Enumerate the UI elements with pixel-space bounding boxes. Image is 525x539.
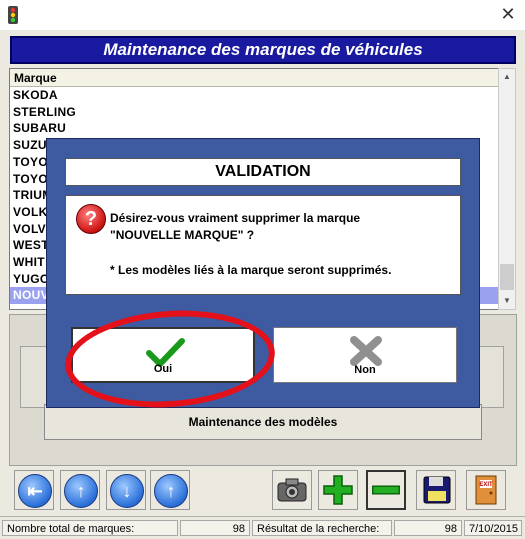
no-label: Non [354, 364, 376, 376]
list-item[interactable]: STERLING [10, 104, 499, 121]
last-record-button[interactable]: ↑ [150, 470, 190, 510]
dialog-message-line2: "NOUVELLE MARQUE" ? [110, 228, 255, 242]
scroll-thumb[interactable] [500, 264, 514, 290]
first-record-icon: ⇤ [18, 474, 52, 508]
title-bar: ✕ [0, 0, 525, 31]
search-result-value: 98 [394, 520, 462, 536]
previous-record-icon: ↑ [64, 474, 98, 508]
dialog-message-box: ? Désirez-vous vraiment supprimer la mar… [65, 195, 461, 295]
total-brands-label: Nombre total de marques: [2, 520, 178, 536]
traffic-light-icon [8, 6, 18, 24]
models-maintenance-button[interactable]: Maintenance des modèles [44, 404, 482, 440]
question-icon: ? [76, 204, 106, 234]
next-record-icon: ↓ [110, 474, 144, 508]
status-bar: Nombre total de marques: 98 Résultat de … [0, 516, 525, 539]
list-item[interactable]: SUBARU [10, 120, 499, 137]
scroll-down-arrow[interactable]: ▼ [499, 293, 515, 309]
save-button[interactable] [416, 470, 456, 510]
add-button[interactable] [318, 470, 358, 510]
previous-record-button[interactable]: ↑ [60, 470, 100, 510]
status-date: 7/10/2015 [464, 520, 522, 536]
close-window-button[interactable]: ✕ [496, 3, 520, 25]
dialog-title: VALIDATION [65, 158, 461, 186]
x-mark-icon [350, 336, 382, 366]
dialog-warning-note: * Les modèles liés à la marque seront su… [110, 263, 392, 277]
exit-sign-text: EXIT [479, 482, 493, 488]
last-record-icon: ↑ [154, 474, 188, 508]
delete-icon [372, 485, 400, 495]
next-record-button[interactable]: ↓ [106, 470, 146, 510]
validation-dialog: VALIDATION ? Désirez-vous vraiment suppr… [46, 138, 480, 415]
highlight-circle-annotation [61, 303, 279, 415]
search-result-label: Résultat de la recherche: [252, 520, 392, 536]
list-header-marque[interactable]: Marque [10, 69, 499, 87]
list-scrollbar[interactable]: ▲ ▼ [498, 68, 516, 310]
camera-icon [277, 478, 307, 502]
total-brands-value: 98 [180, 520, 250, 536]
dialog-message-line1: Désirez-vous vraiment supprimer la marqu… [110, 211, 361, 225]
no-button[interactable]: Non [273, 327, 457, 383]
save-icon [423, 476, 451, 504]
camera-button[interactable] [272, 470, 312, 510]
exit-button[interactable]: EXIT [466, 470, 506, 510]
list-item[interactable]: SKODA [10, 87, 499, 104]
scroll-up-arrow[interactable]: ▲ [499, 69, 515, 85]
delete-button[interactable] [366, 470, 406, 510]
first-record-button[interactable]: ⇤ [14, 470, 54, 510]
add-icon [323, 475, 353, 505]
exit-icon: EXIT [475, 475, 497, 505]
page-title: Maintenance des marques de véhicules [10, 36, 516, 64]
